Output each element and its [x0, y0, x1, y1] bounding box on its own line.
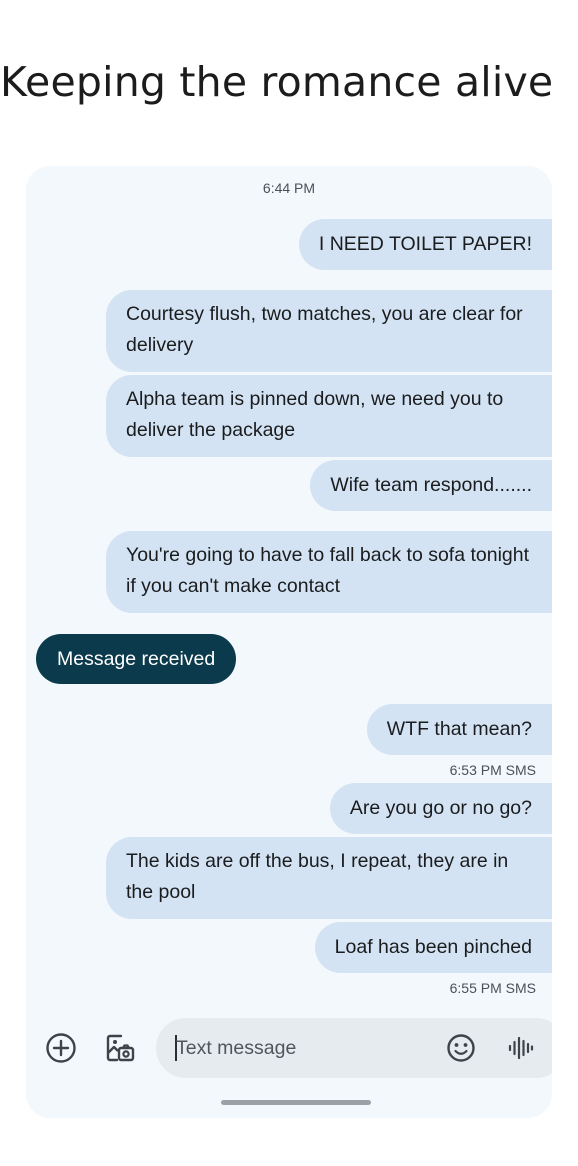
compose-bar	[26, 1018, 552, 1078]
home-indicator[interactable]	[221, 1100, 371, 1105]
message-bubble[interactable]: Loaf has been pinched	[314, 922, 552, 973]
message-bubble[interactable]: Are you go or no go?	[329, 783, 552, 834]
message-bubble[interactable]: I NEED TOILET PAPER!	[298, 219, 552, 270]
message-field[interactable]	[156, 1018, 552, 1078]
conversation-timestamp: 6:44 PM	[262, 180, 316, 196]
message-status: 6:53 PM SMS	[449, 762, 536, 778]
voice-icon[interactable]	[504, 1032, 536, 1064]
message-input[interactable]	[176, 1032, 426, 1064]
message-bubble[interactable]: You're going to have to fall back to sof…	[106, 531, 552, 613]
message-status: 6:55 PM SMS	[449, 980, 536, 996]
gallery-icon[interactable]	[104, 1032, 136, 1064]
messages-screen: 6:44 PM I NEED TOILET PAPER! Courtesy fl…	[26, 166, 552, 1118]
page-headline: Keeping the romance alive	[0, 58, 554, 106]
message-bubble[interactable]: Wife team respond.......	[310, 460, 552, 511]
add-icon[interactable]	[45, 1032, 77, 1064]
message-bubble[interactable]: WTF that mean?	[366, 704, 552, 755]
message-bubble[interactable]: Courtesy flush, two matches, you are cle…	[106, 290, 552, 372]
received-message-bubble[interactable]: Message received	[36, 634, 237, 684]
emoji-icon[interactable]	[445, 1032, 477, 1064]
message-bubble[interactable]: The kids are off the bus, I repeat, they…	[106, 837, 552, 919]
message-bubble[interactable]: Alpha team is pinned down, we need you t…	[106, 375, 552, 457]
